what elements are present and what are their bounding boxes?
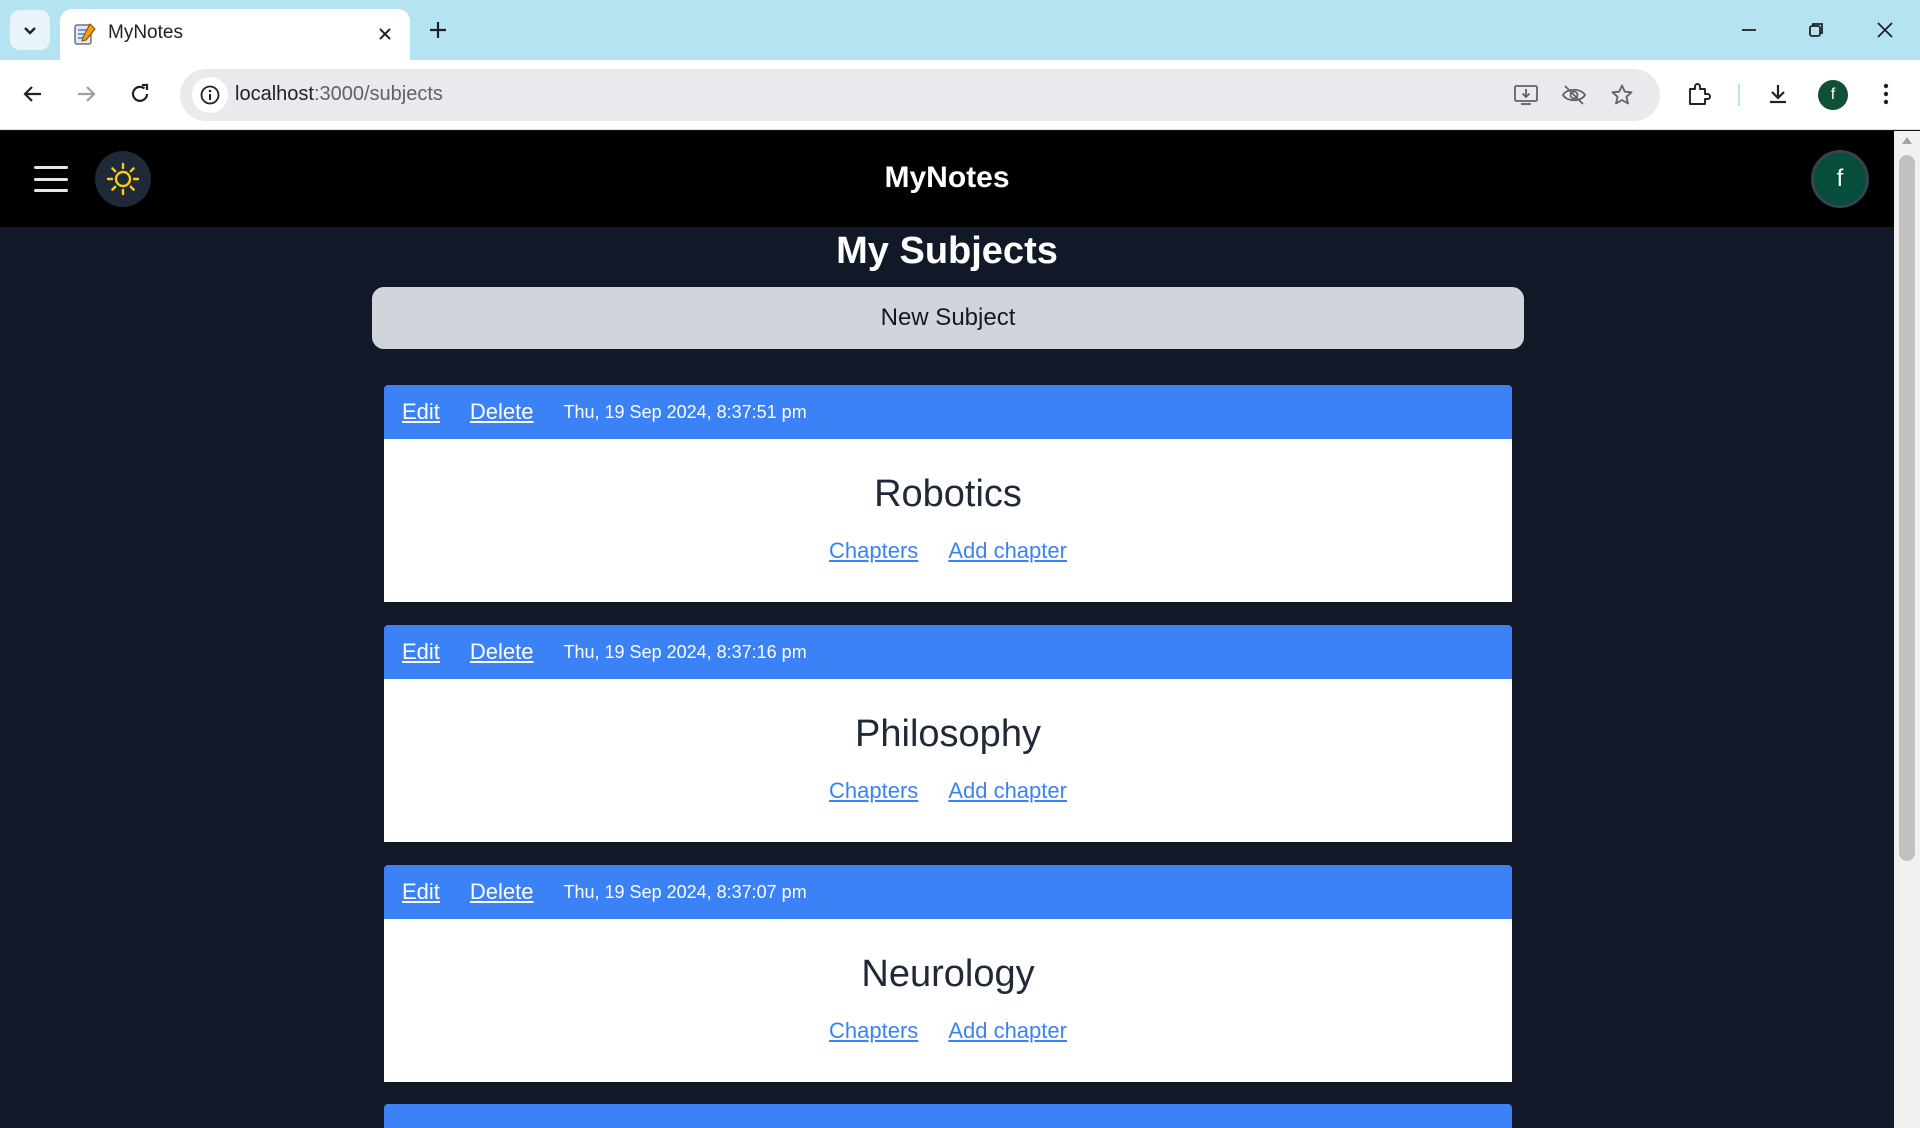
favicon-icon [74, 23, 96, 45]
new-subject-button[interactable]: New Subject [372, 287, 1524, 349]
add-chapter-link[interactable]: Add chapter [948, 778, 1067, 804]
delete-link[interactable]: Delete [470, 879, 534, 905]
extensions-icon [1689, 83, 1711, 105]
minimize-button[interactable] [1716, 0, 1782, 60]
subject-card: Edit Delete Thu, 19 Sep 2024, 8:37:51 pm… [384, 385, 1512, 602]
plus-icon [430, 22, 446, 38]
chapters-link[interactable]: Chapters [829, 778, 918, 804]
page-scrollbar[interactable] [1894, 131, 1920, 1128]
subject-card-header: Edit Delete Thu, 19 Sep 2024, 8:37:16 pm [384, 625, 1512, 679]
app-navbar: MyNotes f [0, 131, 1894, 227]
tab-strip: MyNotes [0, 0, 1920, 60]
forward-icon [78, 86, 96, 102]
minimize-icon [1742, 29, 1756, 31]
restore-button[interactable] [1783, 0, 1849, 60]
back-icon [23, 86, 41, 102]
reload-icon [131, 83, 149, 102]
subject-links: Chapters Add chapter [384, 538, 1512, 564]
add-chapter-link[interactable]: Add chapter [948, 1018, 1067, 1044]
url-path: :3000/subjects [313, 83, 443, 105]
edit-link[interactable]: Edit [402, 639, 440, 665]
eye-off-icon [1561, 85, 1587, 105]
downloads-button[interactable] [1758, 74, 1798, 114]
chapters-link[interactable]: Chapters [829, 1018, 918, 1044]
more-icon [1883, 83, 1889, 105]
install-app-button[interactable] [1510, 79, 1542, 111]
subject-card: Edit Delete Thu, 19 Sep 2024, 8:37:07 pm… [384, 865, 1512, 1082]
delete-link[interactable]: Delete [470, 639, 534, 665]
install-icon [1514, 85, 1538, 105]
bookmark-button[interactable] [1606, 79, 1638, 111]
subject-card: Edit Delete Thu, 19 Sep 2024, 8:37:16 pm… [384, 625, 1512, 842]
scroll-thumb[interactable] [1899, 155, 1915, 861]
browser-tab[interactable]: MyNotes [60, 9, 410, 60]
forward-button[interactable] [66, 74, 106, 114]
extensions-button[interactable] [1679, 74, 1719, 114]
restore-icon [1809, 23, 1823, 37]
subject-card-header: Edit Delete Thu, 19 Sep 2024, 8:37:07 pm [384, 865, 1512, 919]
subject-links: Chapters Add chapter [384, 778, 1512, 804]
add-chapter-link[interactable]: Add chapter [948, 538, 1067, 564]
subject-card-body: Philosophy Chapters Add chapter [384, 679, 1512, 842]
subject-name: Philosophy [855, 713, 1041, 755]
tab-search-button[interactable] [10, 10, 50, 50]
edit-link[interactable]: Edit [402, 399, 440, 425]
subject-timestamp: Thu, 19 Sep 2024, 8:37:16 pm [563, 641, 807, 662]
close-icon [379, 28, 391, 40]
delete-link[interactable]: Delete [470, 399, 534, 425]
subject-timestamp: Thu, 19 Sep 2024, 8:37:51 pm [563, 401, 807, 422]
app-title: MyNotes [884, 161, 1010, 194]
browser-profile-button[interactable]: f [1818, 80, 1848, 110]
tab-close-button[interactable] [370, 19, 400, 49]
subject-links: Chapters Add chapter [384, 1018, 1512, 1044]
subject-name: Robotics [874, 473, 1022, 515]
url-text: localhost:3000/subjects [235, 83, 443, 106]
subject-card-partial [384, 1104, 1512, 1128]
close-icon [1877, 22, 1893, 38]
star-icon [1611, 84, 1633, 105]
subject-card-body: Neurology Chapters Add chapter [384, 919, 1512, 1082]
info-icon [200, 85, 220, 105]
download-icon [1770, 85, 1786, 104]
edit-link[interactable]: Edit [402, 879, 440, 905]
tab-title: MyNotes [108, 22, 183, 43]
toolbar-separator [1738, 84, 1740, 106]
tracking-protection-button[interactable] [1558, 79, 1590, 111]
url-host: localhost [235, 83, 314, 105]
subject-card-header: Edit Delete Thu, 19 Sep 2024, 8:37:51 pm [384, 385, 1512, 439]
tab-search-icon [24, 27, 36, 35]
subject-timestamp: Thu, 19 Sep 2024, 8:37:07 pm [563, 881, 807, 902]
close-window-button[interactable] [1852, 0, 1918, 60]
scroll-up-arrow[interactable] [1902, 137, 1912, 144]
back-button[interactable] [13, 74, 53, 114]
address-bar[interactable]: localhost:3000/subjects [180, 69, 1660, 121]
new-tab-button[interactable] [420, 12, 456, 48]
page-title: My Subjects [836, 230, 1058, 272]
subject-card-body: Robotics Chapters Add chapter [384, 439, 1512, 602]
chapters-link[interactable]: Chapters [829, 538, 918, 564]
site-info-button[interactable] [192, 77, 228, 113]
reload-button[interactable] [120, 74, 160, 114]
avatar[interactable]: f [1811, 150, 1869, 208]
browser-toolbar: localhost:3000/subjects f [0, 60, 1920, 130]
browser-menu-button[interactable] [1866, 74, 1906, 114]
subject-name: Neurology [861, 953, 1035, 995]
